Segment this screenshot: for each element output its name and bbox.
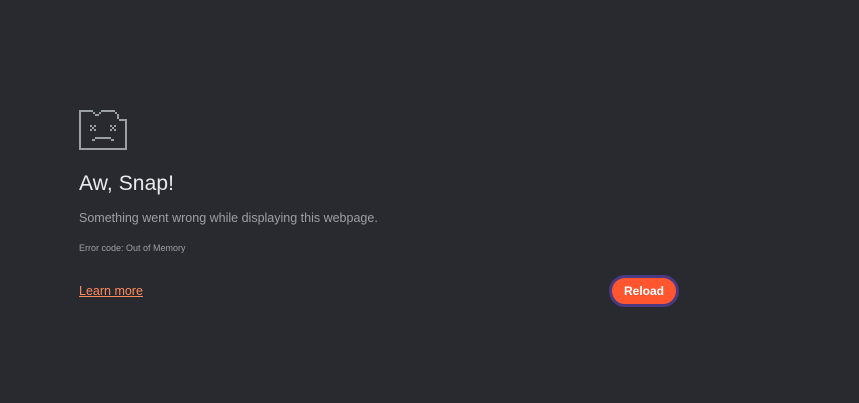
page-title: Aw, Snap! [79, 172, 175, 195]
crash-page: Aw, Snap! Something went wrong while dis… [0, 0, 859, 403]
error-code: Error code: Out of Memory [79, 243, 186, 253]
learn-more-link[interactable]: Learn more [79, 284, 143, 298]
error-message: Something went wrong while displaying th… [79, 211, 378, 225]
sad-tab-icon [79, 110, 127, 150]
reload-button[interactable]: Reload [609, 275, 679, 307]
